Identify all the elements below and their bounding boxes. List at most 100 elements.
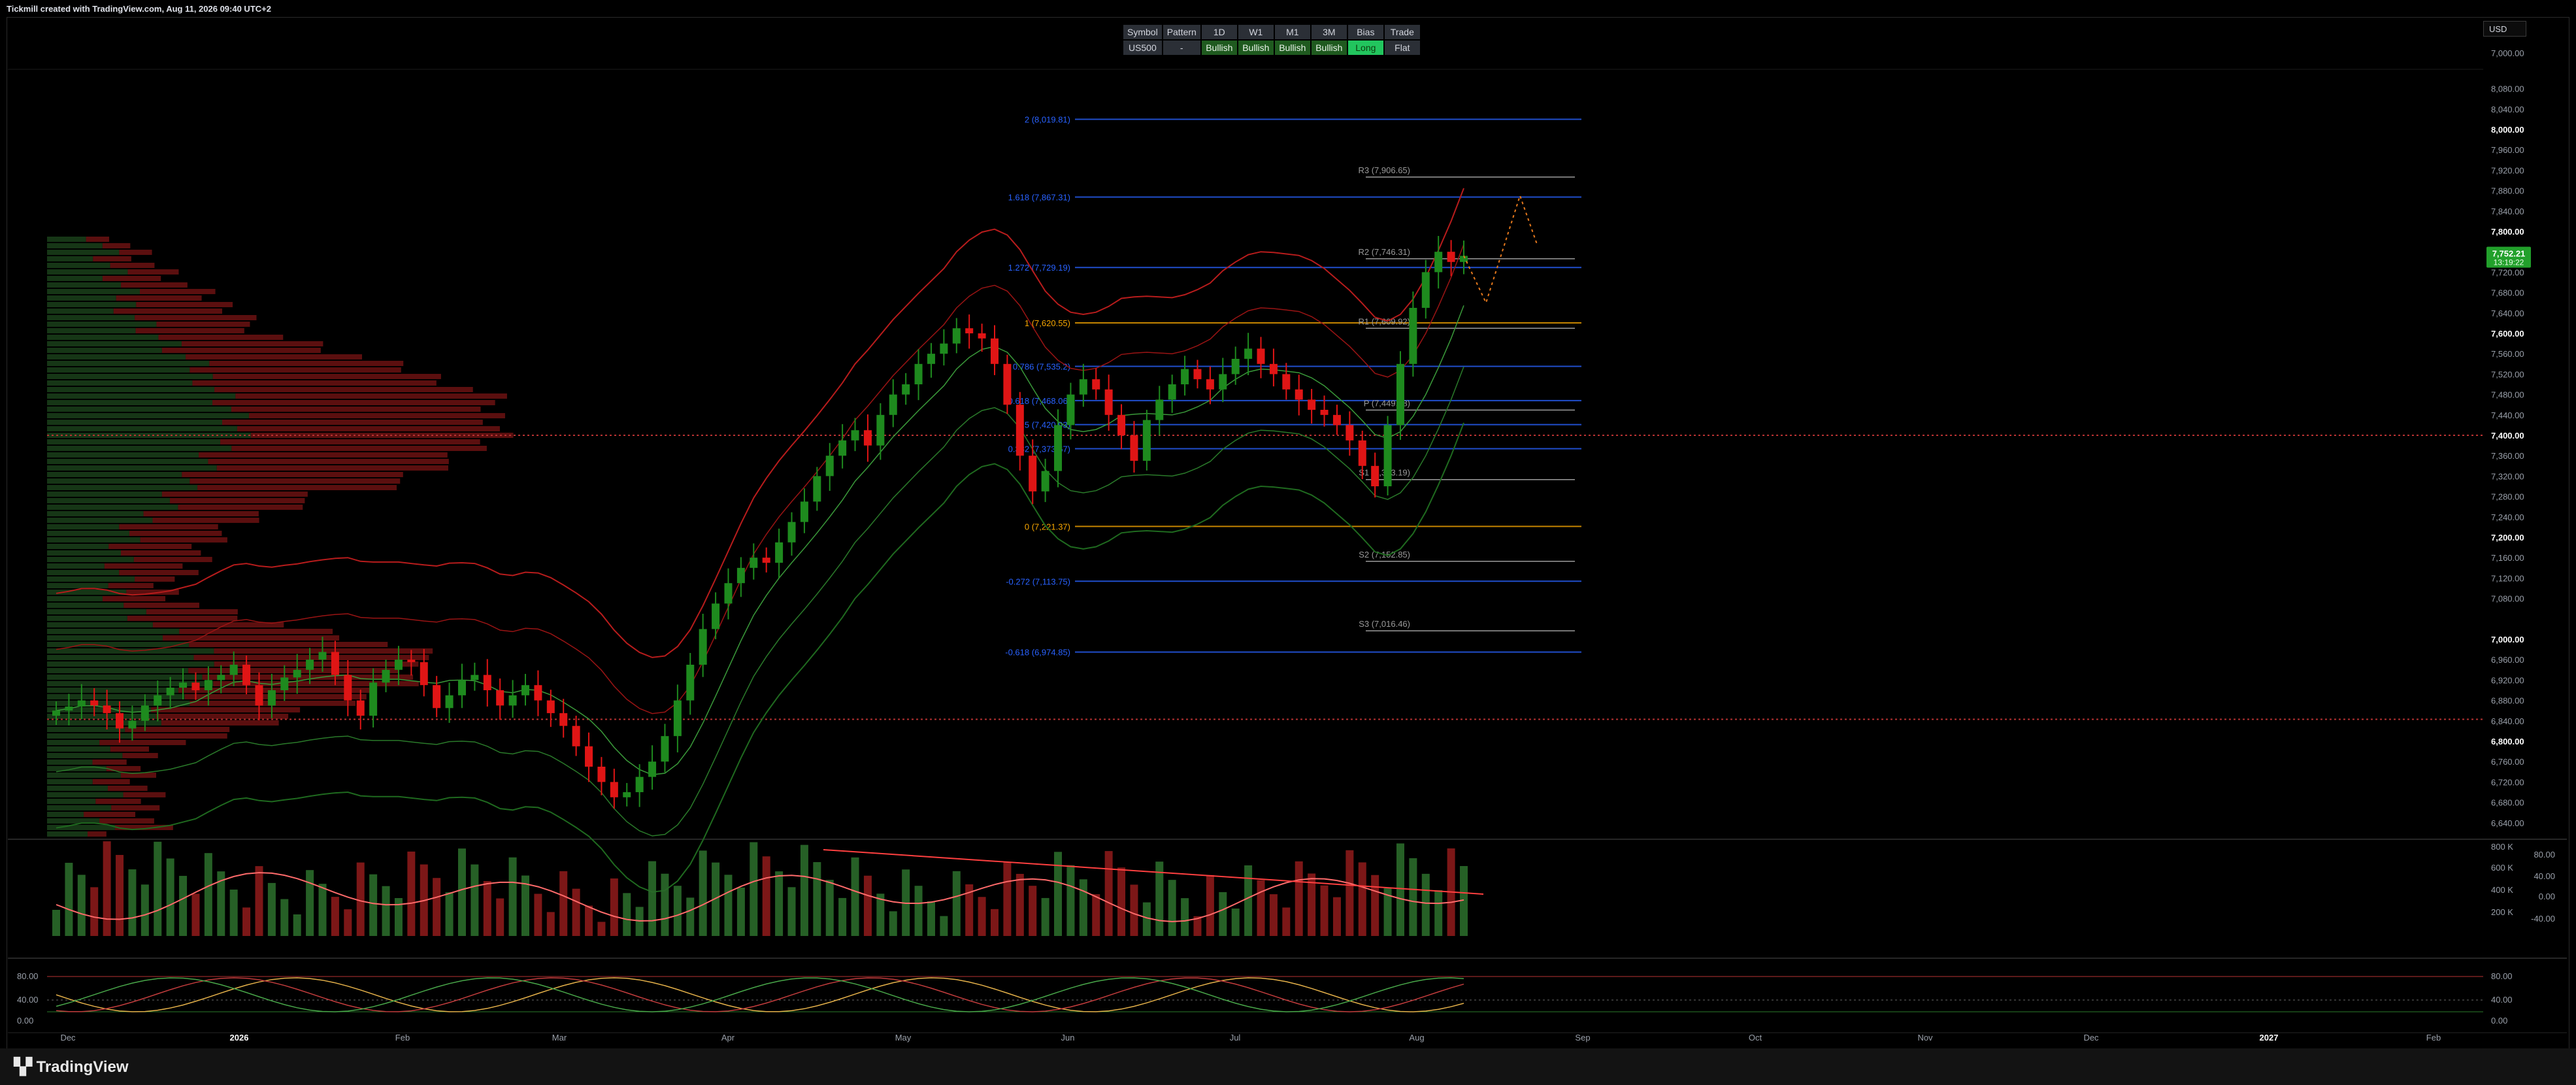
volume-profile-bar [47, 727, 125, 732]
candle-body [1358, 440, 1366, 466]
volume-profile-bar [156, 322, 250, 327]
volume-profile-bar [116, 295, 202, 301]
volume-profile-bar [139, 289, 216, 294]
volume-bar [65, 863, 73, 936]
volume-bar [179, 876, 188, 936]
volume-profile-bar [47, 583, 108, 588]
volume-profile-bar [47, 655, 194, 660]
candle-body [128, 720, 137, 729]
volume-profile-bar [190, 367, 401, 373]
volume-profile-bar [47, 335, 159, 340]
fib-level-label: 0.618 (7,468.06) [1008, 396, 1070, 406]
candle-body [382, 669, 390, 683]
volume-profile-bar [47, 714, 156, 719]
candle-body [508, 695, 517, 706]
volume-profile-bar [47, 812, 84, 817]
volume-profile-bar [99, 818, 154, 824]
candle-body [673, 700, 682, 737]
volume-bar [445, 892, 454, 936]
volume-profile-bar [119, 250, 152, 255]
volume-bar [686, 897, 695, 936]
pivot-label: R1 (7,609.92) [1359, 316, 1411, 326]
price-axis-label: 6,760.00 [2491, 757, 2524, 767]
candle-body [991, 338, 999, 364]
pivot-label: R3 (7,906.65) [1359, 165, 1411, 175]
time-axis-label: Aug [1409, 1033, 1424, 1043]
candle-body [65, 706, 73, 711]
volume-profile-bar [199, 452, 448, 458]
volume-bar [1029, 886, 1037, 936]
candle-body [179, 682, 188, 688]
price-axis-label: 7,920.00 [2491, 165, 2524, 175]
volume-bar [825, 880, 834, 936]
candle-body [204, 680, 212, 690]
volume-profile-bar [222, 420, 483, 425]
volume-profile-bar [47, 446, 232, 451]
volume-profile-bar [47, 341, 182, 346]
candle-body [1244, 348, 1253, 359]
volume-profile-bar [113, 309, 222, 314]
volume-bar [128, 869, 137, 936]
price-axis-label: 6,880.00 [2491, 696, 2524, 706]
projection-path [1463, 193, 1538, 305]
stochastic-line [56, 977, 1464, 1012]
candle-body [712, 603, 720, 629]
volume-profile-bar [47, 531, 129, 536]
candle-body [1079, 379, 1087, 395]
volume-bar [166, 858, 174, 936]
volume-profile-bar [151, 707, 301, 712]
candle-body [1308, 399, 1316, 410]
volume-profile-bar [124, 603, 199, 608]
candle-body [483, 675, 491, 690]
volume-profile-bar [47, 302, 137, 307]
volume-profile-bar [120, 550, 201, 556]
candle-body [1371, 465, 1379, 486]
volume-bar [1282, 907, 1291, 936]
volume-bar [572, 888, 580, 936]
candle-body [280, 677, 289, 690]
volume-profile-bar [47, 413, 249, 418]
volume-profile-bar [125, 727, 230, 732]
volume-profile-bar [136, 302, 233, 307]
volume-bar [1257, 880, 1265, 936]
volume-bar [762, 856, 770, 936]
candle-body [1231, 359, 1240, 375]
volume-profile-bar [47, 256, 93, 261]
candle-body [1041, 471, 1049, 492]
volume-profile-bar [143, 511, 259, 516]
volume-profile-bar [47, 387, 215, 392]
volume-bar [1041, 897, 1049, 936]
volume-bar [1269, 894, 1278, 936]
volume-bar [52, 910, 60, 936]
volume-profile-bar [86, 237, 110, 242]
candle-body [255, 685, 263, 706]
volume-profile-bar [47, 309, 114, 314]
price-chart[interactable]: 2 (8,019.81) 1.618 (7,867.31) 1.272 (7,729… [0, 0, 2576, 1048]
volume-profile-bar [47, 792, 124, 797]
price-axis-label: 7,600.00 [2491, 329, 2524, 339]
time-axis-label: 2027 [2260, 1033, 2279, 1043]
candle-body [1181, 369, 1189, 384]
volume-profile-bar [47, 746, 110, 752]
candle-body [116, 713, 124, 729]
volume-bar [1003, 861, 1012, 936]
volume-profile-bar [93, 256, 131, 261]
volume-profile-bar [47, 616, 127, 621]
volume-profile-bar [47, 688, 179, 693]
volume-bar [116, 855, 124, 936]
candle-body [229, 665, 238, 675]
candle-body [965, 328, 974, 333]
volume-profile-bar [47, 596, 103, 601]
candle-body [724, 583, 733, 604]
candle-body [813, 476, 821, 502]
candle-body [77, 700, 86, 707]
price-axis-label: 8,040.00 [2491, 105, 2524, 114]
candle-body [1447, 252, 1455, 262]
candle-body [978, 333, 986, 339]
candle-body [914, 363, 923, 384]
candle-body [1206, 379, 1214, 390]
price-axis-label: 7,240.00 [2491, 512, 2524, 522]
volume-bar [927, 901, 935, 936]
candle-body [1383, 425, 1392, 486]
volume-profile-bar [47, 779, 93, 784]
